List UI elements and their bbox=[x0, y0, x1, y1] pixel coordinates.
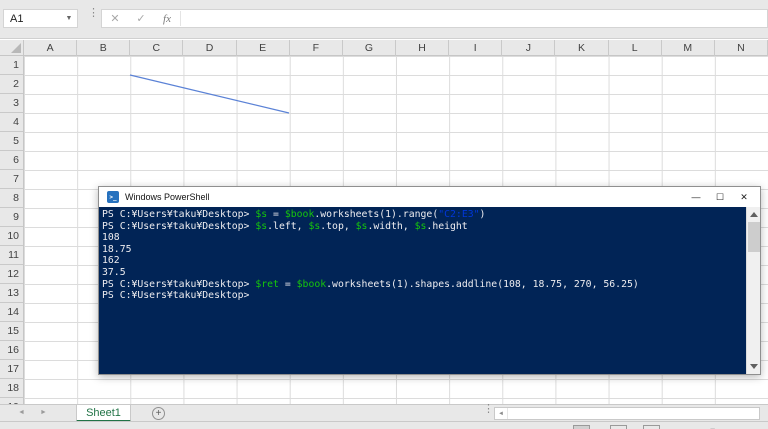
formula-bar-row: A1 ▼ ⋮ ✕ ✓ fx bbox=[0, 0, 768, 39]
zoom-out-button[interactable]: − bbox=[710, 424, 715, 429]
row-header-17[interactable]: 17 bbox=[0, 360, 23, 379]
horizontal-scrollbar[interactable]: ◄ bbox=[494, 407, 760, 420]
column-header-C[interactable]: C bbox=[130, 40, 184, 56]
select-all-corner[interactable] bbox=[0, 40, 24, 56]
sheet-nav-left-icon[interactable]: ◄ bbox=[18, 409, 25, 416]
console-line: PS C:¥Users¥taku¥Desktop> bbox=[102, 290, 250, 302]
cancel-icon[interactable]: ✕ bbox=[102, 12, 128, 25]
row-headers: 12345678910111213141516171819 bbox=[0, 56, 24, 404]
column-header-M[interactable]: M bbox=[662, 40, 715, 56]
window-controls: — ☐ ✕ bbox=[684, 187, 756, 207]
column-header-K[interactable]: K bbox=[555, 40, 609, 56]
row-header-7[interactable]: 7 bbox=[0, 170, 23, 189]
sheet-nav-right-icon[interactable]: ► bbox=[40, 409, 47, 416]
row-header-1[interactable]: 1 bbox=[0, 56, 23, 75]
console-line: PS C:¥Users¥taku¥Desktop> $s = $book.wor… bbox=[102, 209, 486, 220]
column-header-B[interactable]: B bbox=[77, 40, 131, 56]
column-header-L[interactable]: L bbox=[609, 40, 662, 56]
console-line: 162 bbox=[102, 255, 120, 267]
row-header-11[interactable]: 11 bbox=[0, 246, 23, 265]
close-button[interactable]: ✕ bbox=[732, 187, 756, 207]
excel-window: A1 ▼ ⋮ ✕ ✓ fx ABCDEFGHIJKLMN 1 2 3 4 5 6 7 8 9 10… bbox=[0, 0, 768, 429]
column-header-H[interactable]: H bbox=[396, 40, 450, 56]
row-header-3[interactable]: 3 bbox=[0, 94, 23, 113]
row-header-6[interactable]: 6 bbox=[0, 151, 23, 170]
column-header-G[interactable]: G bbox=[343, 40, 396, 56]
row-header-14[interactable]: 14 bbox=[0, 303, 23, 322]
row-header-5[interactable]: 5 bbox=[0, 132, 23, 151]
name-box-value: A1 bbox=[10, 12, 24, 25]
insert-function-icon[interactable]: fx bbox=[154, 13, 180, 25]
powershell-titlebar[interactable]: >_ Windows PowerShell — ☐ ✕ bbox=[99, 187, 760, 207]
console-line: PS C:¥Users¥taku¥Desktop> $ret = $book.w… bbox=[102, 278, 639, 290]
powershell-console[interactable]: PS C:¥Users¥taku¥Desktop> $s = $book.wor… bbox=[99, 207, 760, 374]
add-sheet-button[interactable]: + bbox=[152, 407, 165, 420]
sheet-tab-sheet1[interactable]: Sheet1 bbox=[76, 405, 131, 422]
column-header-I[interactable]: I bbox=[449, 40, 503, 56]
formula-bar: ✕ ✓ fx bbox=[101, 9, 768, 28]
row-header-10[interactable]: 10 bbox=[0, 227, 23, 246]
scroll-left-icon[interactable]: ◄ bbox=[495, 408, 508, 419]
minimize-button[interactable]: — bbox=[684, 187, 708, 207]
column-headers: ABCDEFGHIJKLMN bbox=[24, 40, 768, 56]
name-box[interactable]: A1 ▼ bbox=[3, 9, 78, 28]
formula-bar-input[interactable] bbox=[181, 10, 767, 27]
scroll-down-icon[interactable] bbox=[750, 364, 758, 369]
row-header-13[interactable]: 13 bbox=[0, 284, 23, 303]
row-header-18[interactable]: 18 bbox=[0, 379, 23, 398]
maximize-button[interactable]: ☐ bbox=[708, 187, 732, 207]
row-header-12[interactable]: 12 bbox=[0, 265, 23, 284]
tab-bar-drag-handle[interactable]: ⋮ bbox=[483, 404, 494, 415]
row-header-2[interactable]: 2 bbox=[0, 75, 23, 94]
powershell-icon: >_ bbox=[107, 191, 119, 203]
enter-icon[interactable]: ✓ bbox=[128, 12, 154, 25]
row-header-4[interactable]: 4 bbox=[0, 113, 23, 132]
scrollbar-thumb[interactable] bbox=[748, 222, 760, 252]
console-line: 37.5 bbox=[102, 266, 126, 278]
column-header-F[interactable]: F bbox=[290, 40, 343, 56]
name-box-dropdown-icon[interactable]: ▼ bbox=[61, 15, 77, 22]
column-header-N[interactable]: N bbox=[715, 40, 768, 56]
column-header-E[interactable]: E bbox=[237, 40, 290, 56]
status-bar: 準備完了 − bbox=[0, 421, 768, 429]
powershell-title: Windows PowerShell bbox=[125, 192, 210, 202]
row-header-9[interactable]: 9 bbox=[0, 208, 23, 227]
sheet-tab-bar: ◄ ► Sheet1 + ⋮ ◄ bbox=[0, 404, 768, 422]
formula-bar-drag-handle[interactable]: ⋮ bbox=[88, 8, 99, 19]
row-header-8[interactable]: 8 bbox=[0, 189, 23, 208]
console-line: PS C:¥Users¥taku¥Desktop> $s.left, $s.to… bbox=[102, 220, 468, 232]
powershell-window: >_ Windows PowerShell — ☐ ✕ PS C:¥Users¥… bbox=[98, 186, 761, 375]
view-page-layout-button[interactable] bbox=[610, 425, 627, 429]
select-all-triangle-icon bbox=[11, 43, 21, 53]
column-header-A[interactable]: A bbox=[24, 40, 78, 56]
view-normal-button[interactable] bbox=[573, 425, 590, 429]
view-page-break-button[interactable] bbox=[643, 425, 660, 429]
row-header-15[interactable]: 15 bbox=[0, 322, 23, 341]
row-header-16[interactable]: 16 bbox=[0, 341, 23, 360]
console-line: 108 bbox=[102, 232, 120, 244]
console-scrollbar[interactable] bbox=[746, 207, 760, 374]
scroll-up-icon[interactable] bbox=[750, 212, 758, 217]
console-output: PS C:¥Users¥taku¥Desktop> $s = $book.wor… bbox=[102, 209, 745, 302]
console-line: 18.75 bbox=[102, 243, 132, 255]
column-header-J[interactable]: J bbox=[502, 40, 556, 56]
column-header-D[interactable]: D bbox=[183, 40, 237, 56]
